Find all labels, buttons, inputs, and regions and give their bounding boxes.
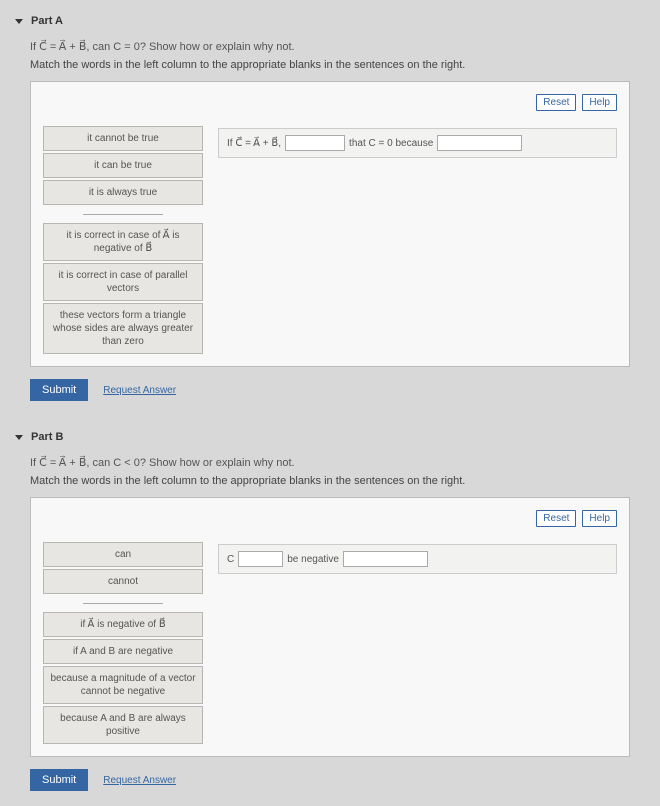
- part-a-header[interactable]: Part A: [0, 10, 660, 32]
- part-a-sentence-area: If C⃗ = A⃗ + B⃗, that C = 0 because: [218, 126, 617, 354]
- tile[interactable]: cannot: [43, 569, 203, 594]
- sentence-row: C be negative: [218, 544, 617, 574]
- part-a-title: Part A: [31, 15, 63, 27]
- blank-slot[interactable]: [238, 551, 283, 567]
- part-b: Part B If C⃗ = A⃗ + B⃗, can C < 0? Show …: [0, 416, 660, 806]
- blank-slot[interactable]: [285, 135, 345, 151]
- part-b-sentence-area: C be negative: [218, 542, 617, 744]
- chevron-down-icon: [15, 435, 23, 440]
- tile[interactable]: it can be true: [43, 153, 203, 178]
- part-b-title: Part B: [31, 431, 63, 443]
- help-button[interactable]: Help: [582, 94, 617, 111]
- tile[interactable]: it is correct in case of A⃗ is negative …: [43, 223, 203, 261]
- part-b-prompt: If C⃗ = A⃗ + B⃗, can C < 0? Show how or …: [0, 448, 660, 473]
- reset-button[interactable]: Reset: [536, 510, 576, 527]
- tile[interactable]: because a magnitude of a vector cannot b…: [43, 666, 203, 704]
- sentence-text: that C = 0 because: [349, 138, 433, 149]
- tile[interactable]: it cannot be true: [43, 126, 203, 151]
- request-answer-link[interactable]: Request Answer: [103, 385, 176, 396]
- part-a-instruction: Match the words in the left column to th…: [0, 57, 660, 81]
- submit-button[interactable]: Submit: [30, 769, 88, 791]
- tile-separator: [83, 598, 163, 604]
- part-a-workarea: Reset Help it cannot be true it can be t…: [30, 81, 630, 367]
- request-answer-link[interactable]: Request Answer: [103, 775, 176, 786]
- sentence-text: C: [227, 554, 234, 565]
- tile[interactable]: if A⃗ is negative of B⃗: [43, 612, 203, 637]
- blank-slot[interactable]: [343, 551, 428, 567]
- tile[interactable]: these vectors form a triangle whose side…: [43, 303, 203, 354]
- part-a-tiles: it cannot be true it can be true it is a…: [43, 126, 203, 354]
- part-b-instruction: Match the words in the left column to th…: [0, 473, 660, 497]
- tile[interactable]: if A and B are negative: [43, 639, 203, 664]
- part-a: Part A If C⃗ = A⃗ + B⃗, can C = 0? Show …: [0, 0, 660, 416]
- sentence-text: be negative: [287, 554, 339, 565]
- tile[interactable]: it is always true: [43, 180, 203, 205]
- blank-slot[interactable]: [437, 135, 522, 151]
- part-b-tiles: can cannot if A⃗ is negative of B⃗ if A …: [43, 542, 203, 744]
- part-b-header[interactable]: Part B: [0, 426, 660, 448]
- submit-button[interactable]: Submit: [30, 379, 88, 401]
- reset-button[interactable]: Reset: [536, 94, 576, 111]
- help-button[interactable]: Help: [582, 510, 617, 527]
- part-a-prompt: If C⃗ = A⃗ + B⃗, can C = 0? Show how or …: [0, 32, 660, 57]
- sentence-row: If C⃗ = A⃗ + B⃗, that C = 0 because: [218, 128, 617, 158]
- tile[interactable]: it is correct in case of parallel vector…: [43, 263, 203, 301]
- tile-separator: [83, 209, 163, 215]
- part-b-workarea: Reset Help can cannot if A⃗ is negative …: [30, 497, 630, 757]
- sentence-text: If C⃗ = A⃗ + B⃗,: [227, 138, 281, 149]
- chevron-down-icon: [15, 19, 23, 24]
- tile[interactable]: because A and B are always positive: [43, 706, 203, 744]
- tile[interactable]: can: [43, 542, 203, 567]
